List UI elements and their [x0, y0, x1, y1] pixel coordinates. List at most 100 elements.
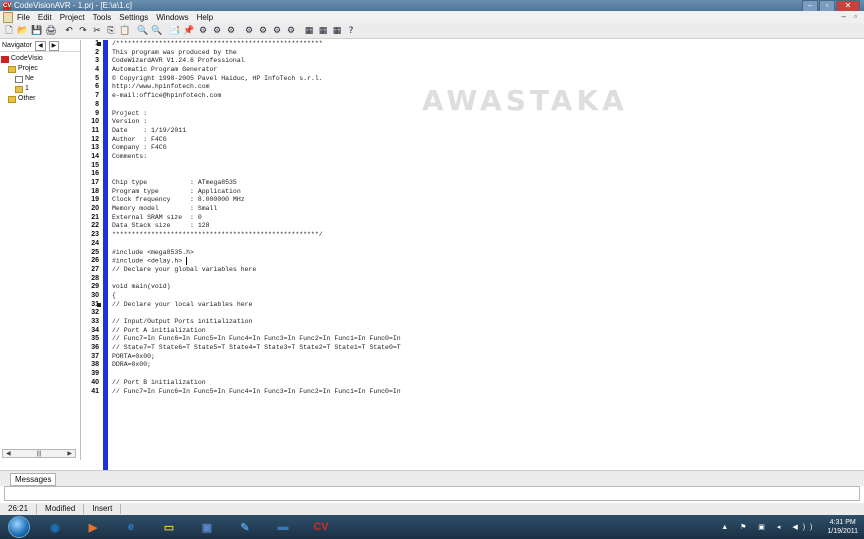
copy-icon[interactable]: ⎘	[105, 25, 117, 37]
code-line[interactable]: Clock frequency : 8.000000 MHz	[112, 196, 864, 205]
paste-icon[interactable]: 📋	[119, 25, 131, 37]
menu-settings[interactable]: Settings	[119, 13, 148, 22]
check-syntax-icon[interactable]: ⚙	[211, 25, 223, 37]
taskbar-app-icon[interactable]: e	[116, 517, 146, 537]
cut-icon[interactable]: ✂	[91, 25, 103, 37]
code-editor[interactable]: 1234567891011121314151617181920212223242…	[82, 40, 864, 470]
code-line[interactable]: Company : F4CG	[112, 144, 864, 153]
code-line[interactable]: #include <delay.h>	[112, 257, 864, 266]
code-line[interactable]: {	[112, 292, 864, 301]
fold-marker-icon[interactable]	[97, 303, 101, 307]
code-line[interactable]: Chip type : ATmega8535	[112, 179, 864, 188]
pin-icon[interactable]: 📌	[183, 25, 195, 37]
code-line[interactable]: /***************************************…	[112, 40, 864, 49]
tray-icons[interactable]: ▲ ⚑ ▣ ◂ ◀))	[721, 523, 817, 531]
taskbar-app-icon[interactable]: ✎	[230, 517, 260, 537]
navigator-hscrollbar[interactable]: ◀ ||| ▶	[2, 449, 76, 458]
tree-item-source-file[interactable]: 1	[1, 84, 79, 94]
tree-item-root[interactable]: CodeVisio	[1, 54, 79, 64]
save-icon[interactable]: 💾	[31, 25, 43, 37]
code-line[interactable]: // Port B initialization	[112, 379, 864, 388]
menu-tools[interactable]: Tools	[93, 13, 112, 22]
code-line[interactable]: Memory model : Small	[112, 205, 864, 214]
code-line[interactable]: External SRAM size : 0	[112, 214, 864, 223]
code-line[interactable]: // Declare your local variables here	[112, 301, 864, 310]
taskbar-app-icon[interactable]: ▶	[78, 517, 108, 537]
code-line[interactable]: Data Stack size : 128	[112, 222, 864, 231]
code-line[interactable]: // Port A initialization	[112, 327, 864, 336]
code-line[interactable]: Version :	[112, 118, 864, 127]
code-line[interactable]	[112, 309, 864, 318]
code-line[interactable]	[112, 275, 864, 284]
menu-help[interactable]: Help	[197, 13, 213, 22]
code-line[interactable]: #include <mega8535.h>	[112, 249, 864, 258]
code-line[interactable]: void main(void)	[112, 283, 864, 292]
tree-item-other[interactable]: Other	[1, 94, 79, 104]
tree-item-project[interactable]: Projec	[1, 64, 79, 74]
mdi-window-controls[interactable]: – ▫	[841, 12, 860, 21]
stop-icon[interactable]: ⚙	[257, 25, 269, 37]
taskbar-app-icon[interactable]: ▭	[154, 517, 184, 537]
help-icon[interactable]: ?	[345, 25, 357, 37]
clock[interactable]: 4:31 PM 1/19/2011	[827, 518, 858, 536]
code-line[interactable]: // Input/Output Ports initialization	[112, 318, 864, 327]
taskbar-app-icon[interactable]: ▬	[268, 517, 298, 537]
scroll-left-icon[interactable]: ◀	[6, 450, 11, 457]
new-file-icon[interactable]: 🗋	[3, 25, 15, 37]
window-cascade-icon[interactable]: ▦	[317, 25, 329, 37]
title-bar: CV CodeVisionAVR - 1.prj - [E:\a\1.c] – …	[0, 0, 864, 12]
start-button[interactable]	[8, 516, 30, 538]
code-line[interactable]: Author : F4CG	[112, 136, 864, 145]
code-line[interactable]: Date : 1/19/2011	[112, 127, 864, 136]
compile-icon[interactable]: ⚙	[225, 25, 237, 37]
menu-project[interactable]: Project	[60, 13, 85, 22]
menu-file[interactable]: File	[17, 13, 30, 22]
code-line[interactable]: // State7=T State6=T State5=T State4=T S…	[112, 344, 864, 353]
tab-messages[interactable]: Messages	[10, 473, 57, 486]
taskbar-app-icon[interactable]: CV	[306, 517, 336, 537]
line-number: 6	[95, 83, 99, 91]
make-icon[interactable]: ⚙	[243, 25, 255, 37]
scroll-right-icon[interactable]: ▶	[67, 450, 72, 457]
code-line[interactable]: // Func7=In Func6=In Func5=In Func4=In F…	[112, 388, 864, 397]
window-tile-icon[interactable]: ▦	[303, 25, 315, 37]
code-line[interactable]: This program was produced by the	[112, 49, 864, 58]
menu-windows[interactable]: Windows	[156, 13, 188, 22]
replace-icon[interactable]: 🔍	[151, 25, 163, 37]
menu-edit[interactable]: Edit	[38, 13, 52, 22]
code-line[interactable]: DDRA=0x00;	[112, 361, 864, 370]
code-line[interactable]: Comments:	[112, 153, 864, 162]
taskbar-app-icon[interactable]: ◉	[40, 517, 70, 537]
window-arrange-icon[interactable]: ▦	[331, 25, 343, 37]
print-icon[interactable]: 🖨	[45, 25, 57, 37]
code-line[interactable]: // Func7=In Func6=In Func5=In Func4=In F…	[112, 335, 864, 344]
code-line[interactable]: // Declare your global variables here	[112, 266, 864, 275]
navigator-prev-button[interactable]: ◀	[34, 40, 46, 51]
terminal-icon[interactable]: ⚙	[285, 25, 297, 37]
programmer-icon[interactable]: ⚙	[271, 25, 283, 37]
redo-icon[interactable]: ↷	[77, 25, 89, 37]
navigator-next-button[interactable]: ▶	[48, 40, 60, 51]
find-icon[interactable]: 🔍	[137, 25, 149, 37]
codewizard-icon[interactable]: ⚙	[197, 25, 209, 37]
scroll-thumb[interactable]: |||	[37, 450, 42, 457]
app-icon[interactable]: CV	[3, 1, 11, 10]
bookmark-icon[interactable]: 📑	[169, 25, 181, 37]
undo-icon[interactable]: ↶	[63, 25, 75, 37]
code-line[interactable]	[112, 162, 864, 171]
tree-item-notes[interactable]: Ne	[1, 74, 79, 84]
code-line[interactable]	[112, 240, 864, 249]
code-line[interactable]: CodeWizardAVR V1.24.6 Professional	[112, 57, 864, 66]
code-line[interactable]	[112, 370, 864, 379]
code-line[interactable]: © Copyright 1998-2005 Pavel Haiduc, HP I…	[112, 75, 864, 84]
code-line[interactable]: ****************************************…	[112, 231, 864, 240]
fold-marker-icon[interactable]	[97, 42, 101, 46]
code-line[interactable]	[112, 170, 864, 179]
open-file-icon[interactable]: 📂	[17, 25, 29, 37]
document-icon[interactable]	[3, 11, 13, 23]
code-line[interactable]: Automatic Program Generator	[112, 66, 864, 75]
code-line[interactable]: Program type : Application	[112, 188, 864, 197]
taskbar-app-icon[interactable]: ▣	[192, 517, 222, 537]
code-line[interactable]: PORTA=0x00;	[112, 353, 864, 362]
code-line-text: DDRA=0x00;	[112, 361, 152, 369]
